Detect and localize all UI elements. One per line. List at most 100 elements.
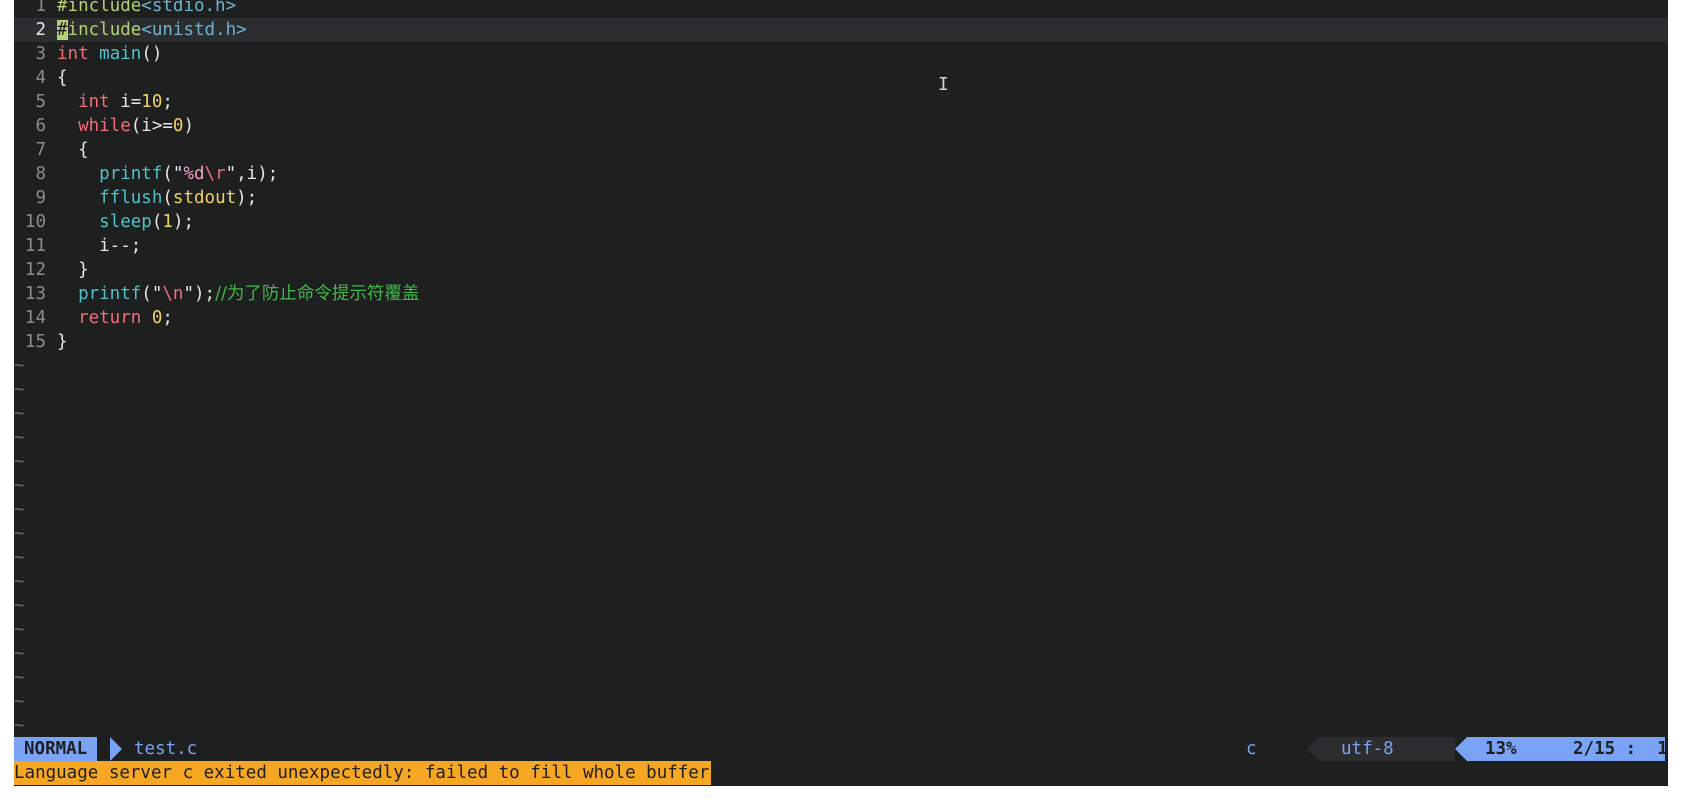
code-token: (" [162, 164, 184, 184]
code-line[interactable]: 4{ [14, 66, 1694, 90]
empty-line-marker: ~ [14, 572, 25, 592]
code-token: ; [162, 308, 173, 328]
empty-line-marker: ~ [14, 644, 25, 664]
code-line[interactable]: 14 return 0; [14, 306, 1694, 330]
line-number: 15 [24, 332, 46, 352]
code-token: printf [78, 284, 142, 304]
empty-line-marker: ~ [14, 620, 25, 640]
code-text: int i=10; [57, 90, 173, 114]
encoding-label: utf-8 [1341, 739, 1394, 759]
empty-line-marker: ~ [14, 692, 25, 712]
position-segment: 13% 2/15 : 1 [1467, 737, 1668, 761]
error-message: Language server c exited unexpectedly: f… [14, 761, 712, 785]
code-text: sleep(1); [57, 210, 194, 234]
code-text: i--; [57, 234, 141, 258]
line-number: 4 [35, 68, 46, 88]
code-token: <unistd.h> [141, 20, 247, 40]
position-separator-icon [1455, 737, 1467, 761]
empty-line-marker: ~ [14, 668, 25, 688]
code-token: } [57, 260, 89, 280]
mode-separator-icon [110, 737, 122, 761]
line-number: 6 [35, 116, 46, 136]
code-token: ",i); [225, 164, 279, 184]
code-text: printf("\n");//为了防止命令提示符覆盖 [57, 282, 419, 306]
code-line[interactable]: 9 fflush(stdout); [14, 186, 1694, 210]
line-number: 7 [35, 140, 46, 160]
line-number: 9 [35, 188, 46, 208]
code-token: sleep [99, 212, 152, 232]
code-token: while [78, 116, 131, 136]
code-token: ); [236, 188, 258, 208]
code-line[interactable]: 13 printf("\n");//为了防止命令提示符覆盖 [14, 282, 1694, 306]
code-line[interactable]: 5 int i=10; [14, 90, 1694, 114]
encoding-separator-icon [1307, 737, 1319, 761]
code-token: \n [162, 284, 184, 304]
empty-line-marker: ~ [14, 524, 25, 544]
code-line[interactable]: 12 } [14, 258, 1694, 282]
code-text: fflush(stdout); [57, 186, 257, 210]
code-lines[interactable]: 1 #include<stdio.h> 2 #include<unistd.h> 3 in… [14, 0, 1694, 738]
code-token: printf [99, 164, 163, 184]
code-text: #include<stdio.h> [57, 0, 236, 18]
code-token: () [141, 44, 163, 64]
code-text: { [57, 66, 68, 90]
code-text: { [57, 138, 89, 162]
code-line[interactable]: 11 i--; [14, 234, 1694, 258]
empty-line-marker: ~ [14, 356, 25, 376]
code-token: ( [162, 188, 173, 208]
empty-line-marker: ~ [14, 596, 25, 616]
code-token: stdout [172, 188, 237, 208]
code-token: #include [57, 0, 142, 16]
scroll-percent: 13% [1485, 739, 1517, 759]
window-edge [1668, 0, 1695, 805]
line-number: 10 [24, 212, 46, 232]
code-token: (i>= [130, 116, 173, 136]
code-token: } [57, 332, 68, 352]
code-line[interactable]: 8 printf("%d\r",i); [14, 162, 1694, 186]
line-number: 1 [35, 0, 46, 16]
filename-label: test.c [134, 739, 198, 759]
code-token: i= [109, 92, 142, 112]
code-token: int [57, 44, 89, 64]
code-text: int main() [57, 42, 162, 66]
empty-line-marker: ~ [14, 548, 25, 568]
code-token: 1 [162, 212, 173, 232]
code-text: } [57, 258, 89, 282]
empty-line-marker: ~ [14, 452, 25, 472]
code-line[interactable]: 1 #include<stdio.h> [14, 0, 1694, 18]
code-line[interactable]: 15} [14, 330, 1694, 354]
code-line[interactable]: 7 { [14, 138, 1694, 162]
code-token: <stdio.h> [141, 0, 237, 16]
code-line[interactable]: 10 sleep(1); [14, 210, 1694, 234]
code-token: return [78, 308, 142, 328]
code-line[interactable]: 6 while(i>=0) [14, 114, 1694, 138]
code-token: 0 [172, 116, 184, 136]
code-token: "); [183, 284, 216, 304]
code-text: printf("%d\r",i); [57, 162, 278, 186]
line-number: 12 [24, 260, 46, 280]
code-token: include [67, 20, 142, 40]
statusline: NORMAL test.c c utf-8 13% 2/15 : 1 [14, 737, 1668, 761]
code-token: (" [141, 284, 163, 304]
code-token: ; [162, 92, 173, 112]
code-line[interactable]: 2 #include<unistd.h> [14, 18, 1694, 42]
code-line[interactable]: 3 int main() [14, 42, 1694, 66]
code-token: i--; [57, 236, 142, 256]
code-text: #include<unistd.h> [57, 18, 247, 42]
code-token: ); [172, 212, 195, 232]
filetype-label: c [1246, 739, 1257, 759]
mode-indicator: NORMAL [14, 737, 98, 761]
code-token: %d [183, 164, 205, 184]
code-token: int [78, 92, 110, 112]
editor-buffer[interactable]: 1 #include<stdio.h> 2 #include<unistd.h> 3 in… [14, 0, 1694, 786]
cursor-position: 2/15 : 1 [1573, 739, 1668, 759]
code-token: fflush [99, 188, 163, 208]
